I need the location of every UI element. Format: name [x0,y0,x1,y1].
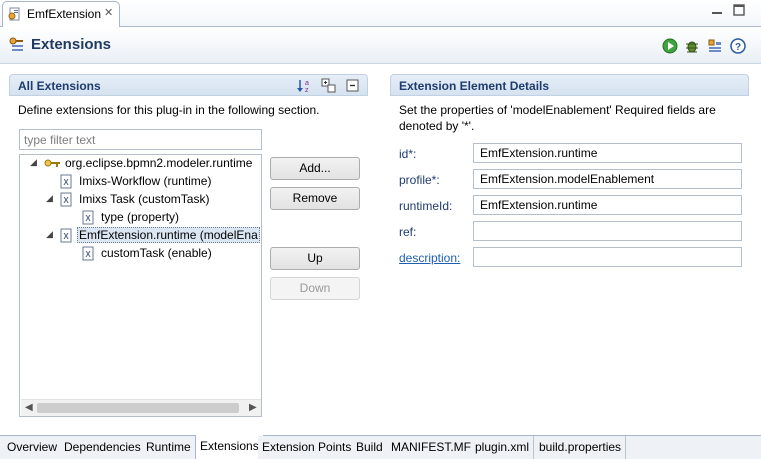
profile-label: profile*: [399,173,440,187]
minimize-icon[interactable] [710,3,724,17]
expand-all-icon[interactable] [321,78,337,94]
id-label: id*: [399,147,417,161]
svg-text:X: X [85,214,91,223]
tree-node-label: EmfExtension.runtime (modelEna [77,227,260,243]
tab-plugin-xml[interactable]: plugin.xml [471,436,535,459]
tab-build[interactable]: Build [352,436,388,459]
right-section-description-line-2: denoted by '*'. [399,119,475,133]
tree-node-label: Imixs-Workflow (runtime) [79,174,212,188]
runtime-id-field[interactable]: EmfExtension.runtime [473,195,742,215]
section-title: Extension Element Details [399,79,550,93]
plugin-tools-icon[interactable] [707,38,723,54]
svg-text:z: z [305,87,309,94]
right-section-description-line-1: Set the properties of 'modelEnablement' … [399,103,716,117]
plugin-manifest-icon [8,7,20,21]
description-field[interactable] [473,247,742,267]
xml-element-icon: X [60,192,72,207]
xml-element-icon: X [82,246,94,261]
runtime-id-label: runtimeId: [399,199,453,213]
filter-input[interactable] [19,129,262,150]
tab-runtime[interactable]: Runtime [142,436,196,459]
xml-element-icon: X [82,210,94,225]
page-title: Extensions [31,36,112,53]
horizontal-scrollbar[interactable]: ◀ ▶ [21,399,261,416]
tab-dependencies[interactable]: Dependencies [60,436,146,459]
extensions-icon [9,37,23,51]
collapse-all-icon[interactable] [345,78,361,94]
tab-build-properties[interactable]: build.properties [535,436,627,459]
left-section-description: Define extensions for this plug-in in th… [18,103,320,117]
debug-icon[interactable] [684,38,700,54]
up-button[interactable]: Up [270,247,360,270]
xml-element-icon: X [60,228,72,243]
extension-element-details-header: Extension Element Details [390,74,749,96]
svg-text:X: X [85,250,91,259]
description-link[interactable]: description: [399,251,460,265]
extensions-tree[interactable]: ◢ org.eclipse.bpmn2.modeler.runtime X Im… [19,154,262,417]
add-button[interactable]: Add... [270,157,360,180]
editor-tab-label: EmfExtension [27,7,102,21]
expanded-arrow-icon[interactable]: ◢ [46,230,55,239]
sort-icon[interactable]: a z [296,78,312,94]
tree-node-label: org.eclipse.bpmn2.modeler.runtime [65,156,253,170]
close-icon[interactable]: ✕ [104,6,113,19]
scroll-right-arrow-icon[interactable]: ▶ [249,402,257,413]
extension-point-icon [44,159,60,167]
remove-button[interactable]: Remove [270,187,360,210]
editor-tab[interactable]: EmfExtension ✕ [2,1,120,27]
tree-node-label: Imixs Task (customTask) [79,192,210,206]
page-tab-bar: Overview Dependencies Runtime Extensions… [0,435,761,459]
form-header: Extensions ? [0,28,761,64]
svg-text:a: a [305,80,309,87]
all-extensions-header: All Extensions a z [9,74,368,96]
tab-overview[interactable]: Overview [3,436,63,459]
ref-field[interactable] [473,221,742,241]
tree-node-label: customTask (enable) [101,246,212,260]
tab-extensions[interactable]: Extensions [195,435,264,459]
tab-extension-points[interactable]: Extension Points [258,436,357,459]
expanded-arrow-icon[interactable]: ◢ [30,158,39,167]
svg-text:?: ? [735,42,741,53]
help-icon[interactable]: ? [730,38,746,54]
scrollbar-thumb[interactable] [37,403,239,413]
svg-text:X: X [63,178,69,187]
profile-field[interactable]: EmfExtension.modelEnablement [473,169,742,189]
section-title: All Extensions [18,79,101,93]
maximize-icon[interactable] [732,3,746,17]
tab-manifest-mf[interactable]: MANIFEST.MF [387,436,476,459]
run-icon[interactable] [662,38,678,54]
scroll-left-arrow-icon[interactable]: ◀ [25,402,33,413]
xml-element-icon: X [60,174,72,189]
editor-tab-strip: EmfExtension ✕ [0,0,761,27]
svg-text:X: X [63,196,69,205]
id-field[interactable]: EmfExtension.runtime [473,143,742,163]
tree-node-label: type (property) [101,210,180,224]
down-button[interactable]: Down [270,277,360,300]
ref-label: ref: [399,225,417,239]
expanded-arrow-icon[interactable]: ◢ [46,194,55,203]
svg-text:X: X [63,232,69,241]
